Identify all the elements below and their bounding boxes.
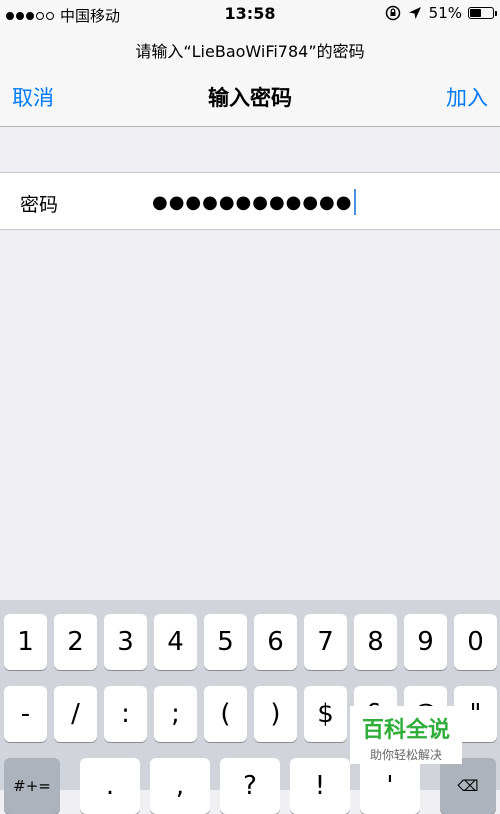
key-symbol-6[interactable]: $ xyxy=(304,686,347,742)
key-8[interactable]: 9 xyxy=(404,614,447,670)
watermark-subtitle: 助你轻松解决 xyxy=(369,748,442,762)
key-symbol-3[interactable]: ; xyxy=(154,686,197,742)
key-4[interactable]: 5 xyxy=(204,614,247,670)
watermark-logo: 百科全说 助你轻松解决 xyxy=(350,706,462,764)
apostrophe-key[interactable]: ' xyxy=(360,758,420,814)
location-arrow-icon xyxy=(407,5,423,21)
key-6[interactable]: 7 xyxy=(304,614,347,670)
password-value: ●●●●●●●●●●●● xyxy=(152,191,353,213)
battery-percent: 51% xyxy=(428,4,462,22)
symbols-toggle-key[interactable]: #+= xyxy=(4,758,60,814)
password-label: 密码 xyxy=(20,194,59,216)
key-5[interactable]: 6 xyxy=(254,614,297,670)
join-button[interactable]: 加入 xyxy=(446,82,488,112)
key-3[interactable]: 4 xyxy=(154,614,197,670)
page-title: 输入密码 xyxy=(208,86,292,110)
password-input[interactable]: ●●●●●●●●●●●● xyxy=(152,185,452,219)
nav-bar: 请输入“LieBaoWiFi784”的密码 取消 输入密码 加入 xyxy=(0,30,500,127)
key-7[interactable]: 8 xyxy=(354,614,397,670)
key-0[interactable]: 1 xyxy=(4,614,47,670)
status-bar: 中国移动 13:58 51% xyxy=(0,0,500,30)
key-symbol-0[interactable]: - xyxy=(4,686,47,742)
key-1[interactable]: 2 xyxy=(54,614,97,670)
key-9[interactable]: 0 xyxy=(454,614,497,670)
key-symbol-2[interactable]: : xyxy=(104,686,147,742)
question-key[interactable]: ? xyxy=(220,758,280,814)
text-caret xyxy=(354,189,357,215)
key-symbol-4[interactable]: ( xyxy=(204,686,247,742)
key-symbol-1[interactable]: / xyxy=(54,686,97,742)
key-2[interactable]: 3 xyxy=(104,614,147,670)
exclamation-key[interactable]: ! xyxy=(290,758,350,814)
password-row: 密码 ●●●●●●●●●●●● xyxy=(0,172,500,230)
key-symbol-5[interactable]: ) xyxy=(254,686,297,742)
backspace-icon[interactable]: ⌫ xyxy=(440,758,496,814)
rotation-lock-icon xyxy=(385,5,401,21)
network-prompt: 请输入“LieBaoWiFi784”的密码 xyxy=(135,42,365,61)
battery-icon xyxy=(468,7,497,19)
comma-key[interactable]: , xyxy=(150,758,210,814)
watermark-title: 百科全说 xyxy=(361,718,450,743)
period-key[interactable]: . xyxy=(80,758,140,814)
status-right: 51% xyxy=(385,4,497,22)
